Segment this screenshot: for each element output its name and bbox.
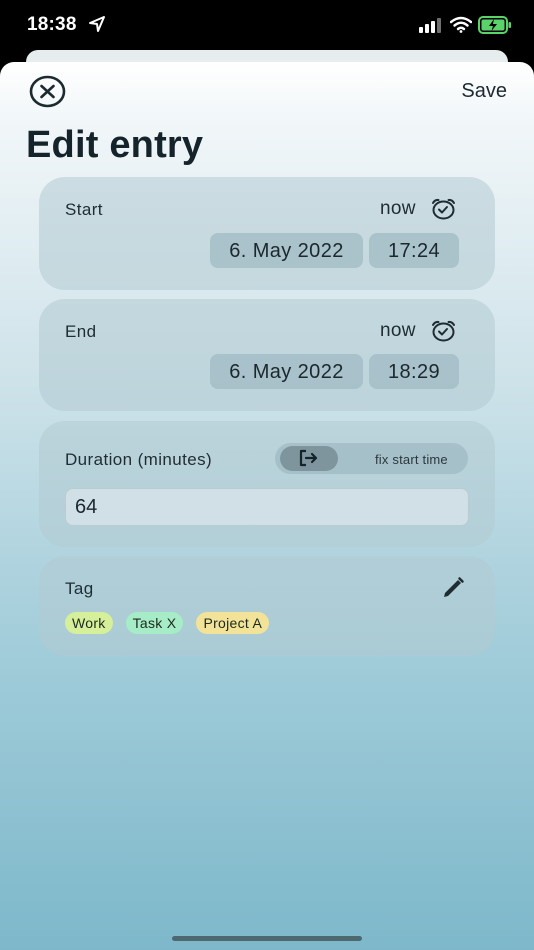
start-date-picker[interactable]: 6. May 2022 (210, 233, 363, 268)
sign-out-arrow-icon (299, 449, 318, 467)
start-card: Start now 6. May 2022 17:24 (39, 177, 495, 290)
home-indicator (172, 936, 362, 941)
alarm-clock-icon[interactable] (431, 320, 456, 342)
alarm-clock-icon[interactable] (431, 198, 456, 220)
status-bar: 18:38 (0, 0, 534, 52)
start-now-button[interactable]: now (380, 198, 416, 220)
edit-pencil-icon[interactable] (441, 576, 465, 600)
duration-card: Duration (minutes) fix start time 64 (39, 421, 495, 547)
end-time-picker[interactable]: 18:29 (369, 354, 459, 389)
wifi-icon (450, 16, 472, 33)
battery-charging-icon (478, 16, 511, 34)
tag-card: Tag Work Task X Project A (39, 556, 495, 656)
tag-chip-task-x[interactable]: Task X (125, 612, 184, 634)
end-date-picker[interactable]: 6. May 2022 (210, 354, 363, 389)
end-card: End now 6. May 2022 18:29 (39, 299, 495, 411)
close-icon (29, 75, 66, 108)
toggle-label: fix start time (375, 452, 448, 467)
tag-label: Tag (65, 579, 94, 598)
close-button[interactable] (29, 75, 66, 108)
end-now-button[interactable]: now (380, 320, 416, 342)
tag-chip-work[interactable]: Work (65, 612, 113, 634)
fix-start-time-toggle[interactable]: fix start time (275, 443, 468, 474)
save-button[interactable]: Save (461, 80, 507, 103)
tag-list: Work Task X Project A (65, 612, 270, 634)
location-arrow-icon (89, 16, 105, 32)
page-title: Edit entry (26, 124, 204, 166)
cellular-signal-icon (419, 18, 441, 33)
end-label: End (65, 322, 97, 341)
status-time: 18:38 (27, 14, 77, 35)
duration-input[interactable]: 64 (65, 488, 469, 526)
start-label: Start (65, 200, 103, 219)
start-time-picker[interactable]: 17:24 (369, 233, 459, 268)
toggle-knob (280, 446, 338, 471)
tag-chip-project-a[interactable]: Project A (196, 612, 270, 634)
duration-label: Duration (minutes) (65, 450, 213, 469)
